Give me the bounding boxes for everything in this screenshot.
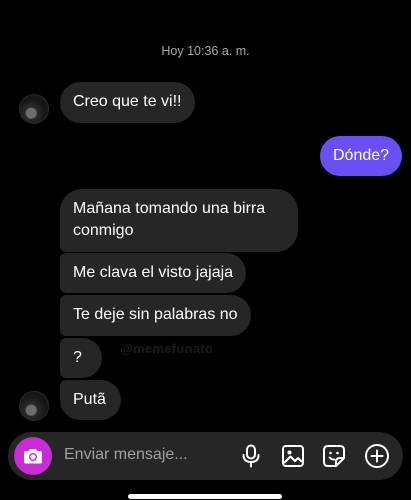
sticker-button[interactable] (321, 443, 347, 469)
camera-icon (24, 449, 42, 464)
microphone-button[interactable] (238, 443, 264, 469)
message-composer: Enviar mensaje... (8, 432, 403, 480)
message-timestamp: Hoy 10:36 a. m. (161, 44, 250, 58)
incoming-message[interactable]: Creo que te vi!! (60, 82, 195, 123)
incoming-message[interactable]: Mañana tomando una birra conmigo (60, 189, 298, 252)
incoming-message[interactable]: Te deje sin palabras no (60, 295, 251, 336)
microphone-icon (242, 444, 260, 468)
gallery-icon (282, 445, 304, 467)
contact-avatar[interactable] (19, 94, 49, 124)
incoming-message[interactable]: ? (60, 338, 102, 378)
incoming-message[interactable]: Putã (60, 380, 121, 420)
add-button[interactable] (364, 443, 390, 469)
camera-button[interactable] (14, 437, 52, 475)
home-indicator (128, 494, 282, 499)
outgoing-message[interactable]: Dónde? (320, 136, 403, 176)
watermark: @memefunato (120, 341, 214, 356)
message-input[interactable]: Enviar mensaje... (64, 446, 188, 464)
sticker-icon (323, 445, 345, 467)
incoming-message[interactable]: Me clava el visto jajaja (60, 253, 247, 293)
add-icon (365, 444, 389, 468)
gallery-button[interactable] (280, 443, 306, 469)
contact-avatar[interactable] (19, 391, 49, 421)
